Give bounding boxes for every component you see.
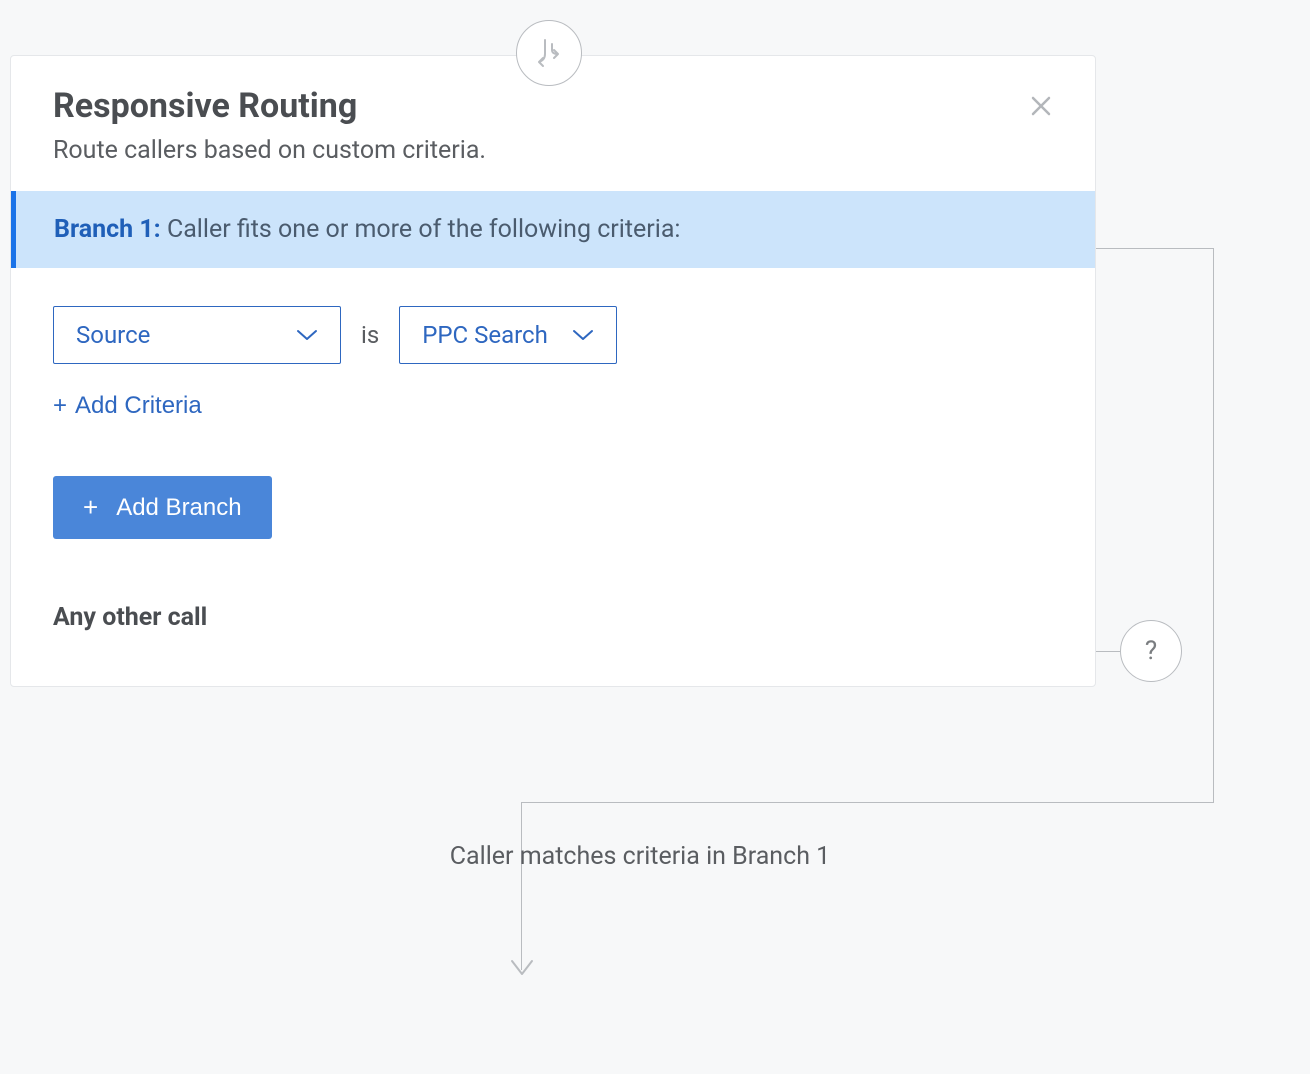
criteria-value-dropdown[interactable]: PPC Search bbox=[399, 306, 617, 364]
criteria-field-value: Source bbox=[76, 321, 150, 349]
criteria-operator: is bbox=[361, 321, 379, 349]
plus-icon: + bbox=[53, 392, 67, 420]
routing-card: Responsive Routing Route callers based o… bbox=[10, 55, 1096, 687]
connector-line bbox=[521, 802, 522, 970]
close-button[interactable] bbox=[1027, 92, 1055, 120]
add-branch-button[interactable]: + Add Branch bbox=[53, 476, 272, 539]
connector-line bbox=[1096, 248, 1214, 620]
card-subtitle: Route callers based on custom criteria. bbox=[53, 136, 1053, 165]
criteria-value-value: PPC Search bbox=[422, 321, 548, 349]
card-title: Responsive Routing bbox=[53, 86, 1053, 126]
connector-line bbox=[1213, 620, 1214, 802]
help-icon: ? bbox=[1145, 636, 1157, 666]
flow-branch1-label: Caller matches criteria in Branch 1 bbox=[360, 842, 920, 871]
fallback-label: Any other call bbox=[11, 549, 1095, 686]
chevron-down-icon bbox=[572, 328, 594, 342]
routing-icon bbox=[516, 20, 582, 86]
add-criteria-label: Add Criteria bbox=[75, 392, 202, 420]
add-criteria-button[interactable]: + Add Criteria bbox=[53, 392, 202, 420]
branch-label-text: Caller fits one or more of the following… bbox=[167, 215, 681, 244]
add-branch-label: Add Branch bbox=[116, 494, 241, 522]
connector-line bbox=[1096, 651, 1120, 652]
branch-header[interactable]: Branch 1: Caller fits one or more of the… bbox=[11, 191, 1095, 268]
criteria-row: Source is PPC Search bbox=[11, 268, 1095, 380]
help-button[interactable]: ? bbox=[1120, 620, 1182, 682]
add-criteria-wrap: + Add Criteria bbox=[11, 380, 1095, 450]
chevron-down-icon bbox=[296, 328, 318, 342]
branch-label-prefix: Branch 1: bbox=[54, 215, 161, 244]
connector-line bbox=[521, 802, 1214, 803]
criteria-field-dropdown[interactable]: Source bbox=[53, 306, 341, 364]
plus-icon: + bbox=[83, 492, 98, 523]
arrow-down-icon bbox=[509, 958, 535, 982]
close-icon bbox=[1030, 95, 1052, 117]
add-branch-wrap: + Add Branch bbox=[11, 450, 1095, 549]
